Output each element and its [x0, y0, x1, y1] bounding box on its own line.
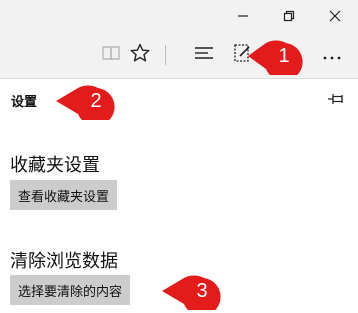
callout-1-label: 1: [278, 44, 290, 67]
pin-button[interactable]: [326, 90, 346, 108]
toolbar-divider: [165, 45, 166, 65]
reading-view-icon: [101, 44, 121, 66]
close-button[interactable]: [312, 0, 358, 32]
favorites-star-icon: [130, 43, 150, 67]
minimize-button[interactable]: [220, 0, 266, 32]
clear-browsing-data-heading: 清除浏览数据: [10, 251, 118, 272]
callout-3: 3: [160, 272, 222, 310]
restore-button[interactable]: [266, 0, 312, 32]
callout-2-label: 2: [90, 89, 102, 112]
hub-button[interactable]: [190, 41, 218, 69]
more-actions-button[interactable]: [318, 41, 346, 69]
choose-what-to-clear-button[interactable]: 选择要清除的内容: [10, 275, 131, 305]
restore-icon: [283, 7, 295, 26]
browser-toolbar: [0, 32, 358, 79]
callout-1: 1: [244, 37, 304, 75]
reading-view-button[interactable]: [97, 41, 125, 69]
hub-icon: [194, 45, 214, 65]
close-icon: [329, 7, 341, 26]
callout-3-label: 3: [196, 279, 208, 302]
more-actions-icon: [322, 46, 342, 65]
panel-title: 设置: [11, 95, 38, 110]
favorites-settings-heading: 收藏夹设置: [10, 155, 100, 176]
callout-2: 2: [54, 82, 116, 120]
minimize-icon: [237, 7, 249, 26]
title-bar: [0, 0, 358, 32]
view-favorites-settings-button[interactable]: 查看收藏夹设置: [10, 180, 118, 210]
favorites-star-button[interactable]: [126, 41, 154, 69]
pin-icon: [327, 90, 345, 109]
